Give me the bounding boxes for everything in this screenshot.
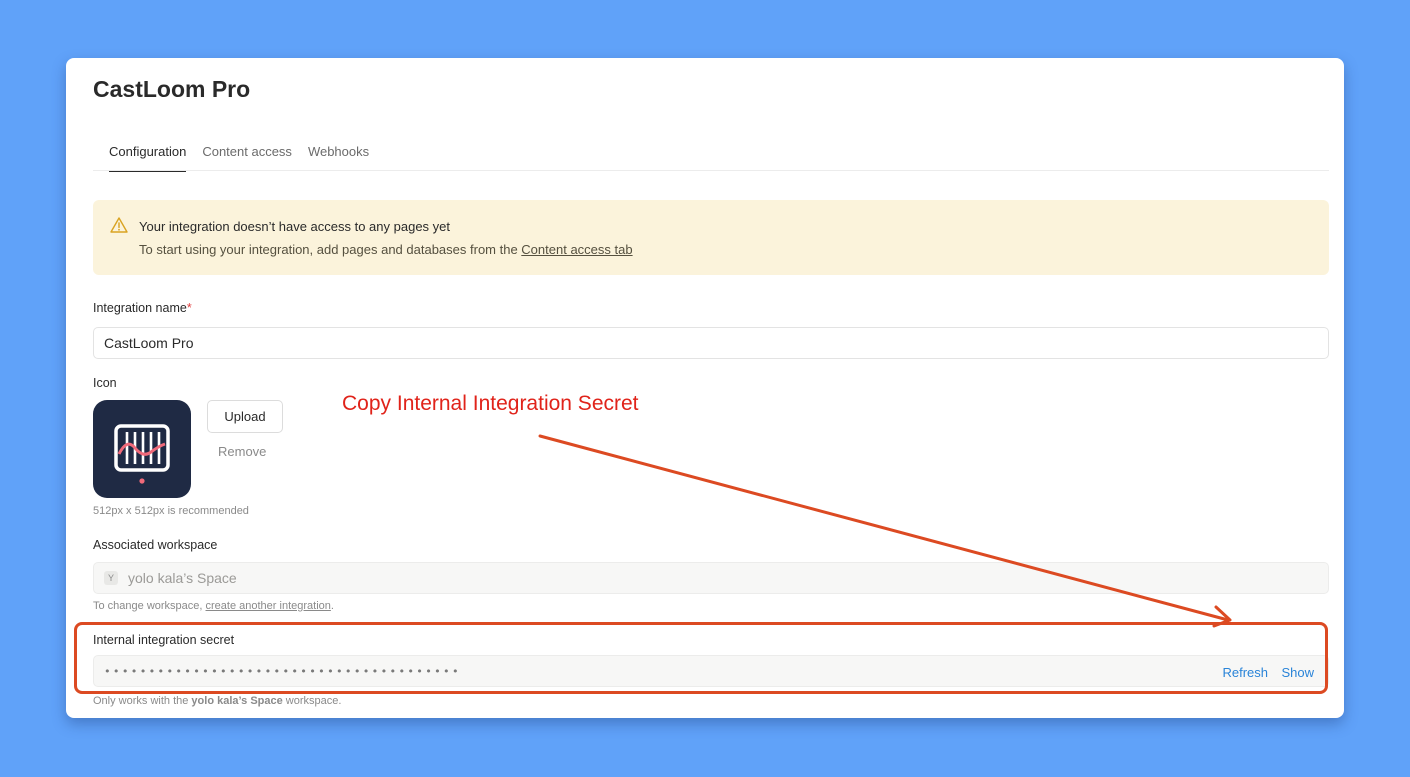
workspace-avatar: Y <box>104 571 118 585</box>
integration-settings-card: CastLoom Pro Configuration Content acces… <box>66 58 1344 718</box>
warning-icon <box>110 217 128 233</box>
integration-name-input[interactable]: CastLoom Pro <box>93 327 1329 359</box>
banner-title: Your integration doesn’t have access to … <box>139 219 451 234</box>
integration-name-label-text: Integration name <box>93 301 187 315</box>
required-asterisk: * <box>186 301 192 315</box>
create-another-integration-link[interactable]: create another integration <box>206 600 331 612</box>
workspace-name: yolo kala’s Space <box>128 570 237 586</box>
workspace-hint-suffix: . <box>330 600 334 612</box>
remove-icon-button[interactable]: Remove <box>218 444 266 459</box>
associated-workspace-label: Associated workspace <box>93 538 218 552</box>
no-access-warning-banner: Your integration doesn’t have access to … <box>93 200 1329 275</box>
tab-bar: Configuration Content access Webhooks <box>109 144 369 172</box>
upload-icon-button[interactable]: Upload <box>207 400 283 433</box>
workspace-hint: To change workspace, create another inte… <box>93 600 334 612</box>
content-access-tab-link[interactable]: Content access tab <box>521 242 632 257</box>
tab-configuration[interactable]: Configuration <box>109 144 187 172</box>
associated-workspace-field: Y yolo kala’s Space <box>93 562 1329 594</box>
secret-hint-workspace: yolo kala’s Space <box>191 695 283 707</box>
banner-body: To start using your integration, add pag… <box>139 242 633 257</box>
icon-size-hint: 512px x 512px is recommended <box>93 505 249 517</box>
tab-content-access[interactable]: Content access <box>202 144 292 170</box>
integration-icon-image <box>93 400 191 498</box>
workspace-hint-text: To change workspace, <box>93 600 206 612</box>
icon-label: Icon <box>93 376 117 390</box>
secret-hint-suffix: workspace. <box>282 695 342 707</box>
annotation-label: Copy Internal Integration Secret <box>342 392 639 415</box>
tab-webhooks[interactable]: Webhooks <box>308 144 369 170</box>
secret-hint: Only works with the yolo kala’s Space wo… <box>93 695 341 707</box>
secret-hint-text: Only works with the <box>93 695 192 707</box>
integration-name-label: Integration name* <box>93 301 192 315</box>
waveform-logo-icon <box>114 424 170 484</box>
page-title: CastLoom Pro <box>93 76 251 102</box>
tabs-divider <box>93 170 1329 171</box>
banner-body-text: To start using your integration, add pag… <box>139 242 522 257</box>
annotation-highlight-box <box>74 622 1328 694</box>
